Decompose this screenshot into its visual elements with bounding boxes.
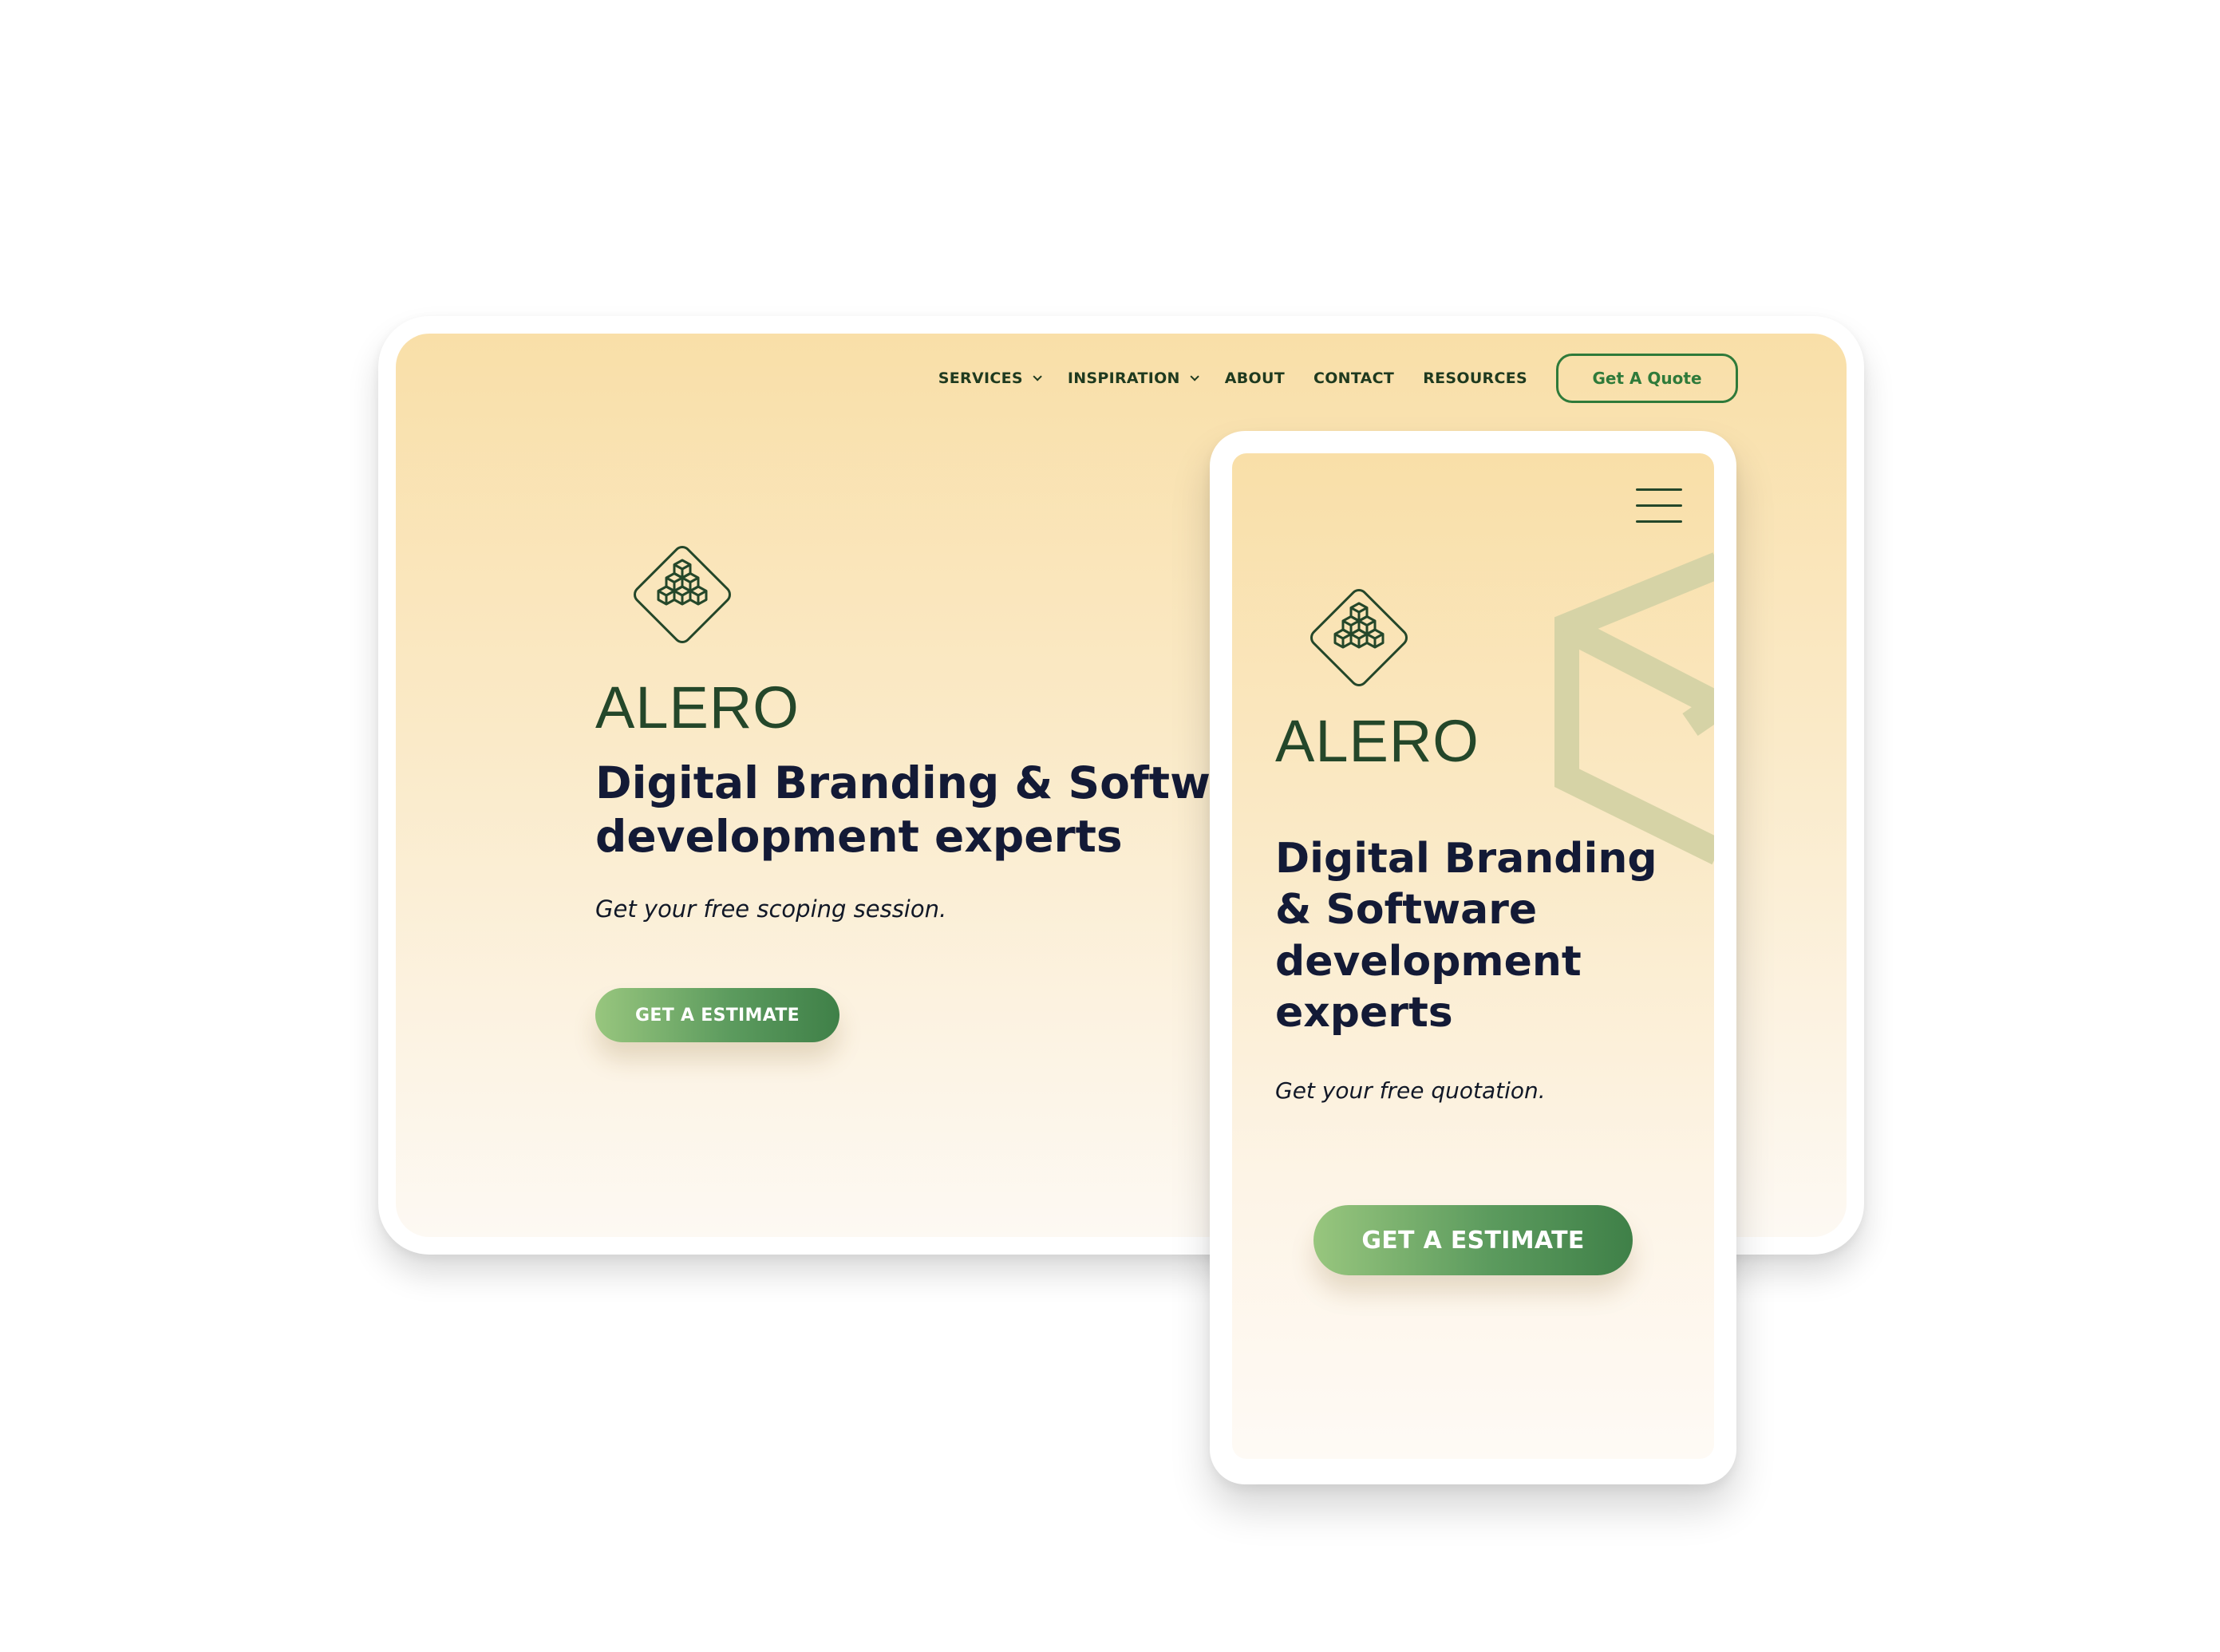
brand-name: ALERO	[1275, 708, 1479, 774]
nav-item-about[interactable]: ABOUT	[1225, 370, 1285, 387]
hero-subtitle: Get your free quotation.	[1275, 1077, 1546, 1104]
get-estimate-button[interactable]: GET A ESTIMATE	[595, 988, 839, 1042]
chevron-down-icon	[1033, 372, 1042, 381]
hexagon-outline-shape	[1554, 552, 1714, 865]
mockup-stage: SERVICES INSPIRATION ABOUT CONTACT RESOU…	[0, 0, 2220, 1652]
main-nav: SERVICES INSPIRATION ABOUT CONTACT RESOU…	[938, 354, 1738, 403]
mobile-screen: ALERO Digital Branding & Software develo…	[1232, 453, 1714, 1459]
brand-name: ALERO	[595, 674, 800, 741]
nav-item-label: ABOUT	[1224, 370, 1285, 387]
nav-item-label: SERVICES	[938, 370, 1023, 387]
cubes-diamond-icon	[634, 546, 731, 643]
nav-item-resources[interactable]: RESOURCES	[1423, 370, 1527, 387]
hero-title: Digital Branding & Software development …	[1275, 835, 1657, 1037]
nav-item-services[interactable]: SERVICES	[938, 370, 1042, 387]
hero-subtitle: Get your free scoping session.	[595, 895, 947, 923]
get-quote-button[interactable]: Get A Quote	[1556, 354, 1738, 403]
nav-item-label: CONTACT	[1313, 370, 1395, 387]
nav-item-inspiration[interactable]: INSPIRATION	[1067, 370, 1199, 387]
get-estimate-button[interactable]: GET A ESTIMATE	[1313, 1205, 1633, 1275]
nav-item-label: RESOURCES	[1423, 370, 1527, 387]
cubes-diamond-icon	[1310, 589, 1408, 686]
hamburger-menu-icon[interactable]	[1636, 488, 1682, 524]
mobile-device-frame: ALERO Digital Branding & Software develo…	[1210, 431, 1736, 1484]
hero-title: Digital Branding & Software development …	[595, 757, 1292, 863]
chevron-down-icon	[1190, 372, 1199, 381]
nav-item-contact[interactable]: CONTACT	[1313, 370, 1394, 387]
nav-item-label: INSPIRATION	[1067, 370, 1180, 387]
